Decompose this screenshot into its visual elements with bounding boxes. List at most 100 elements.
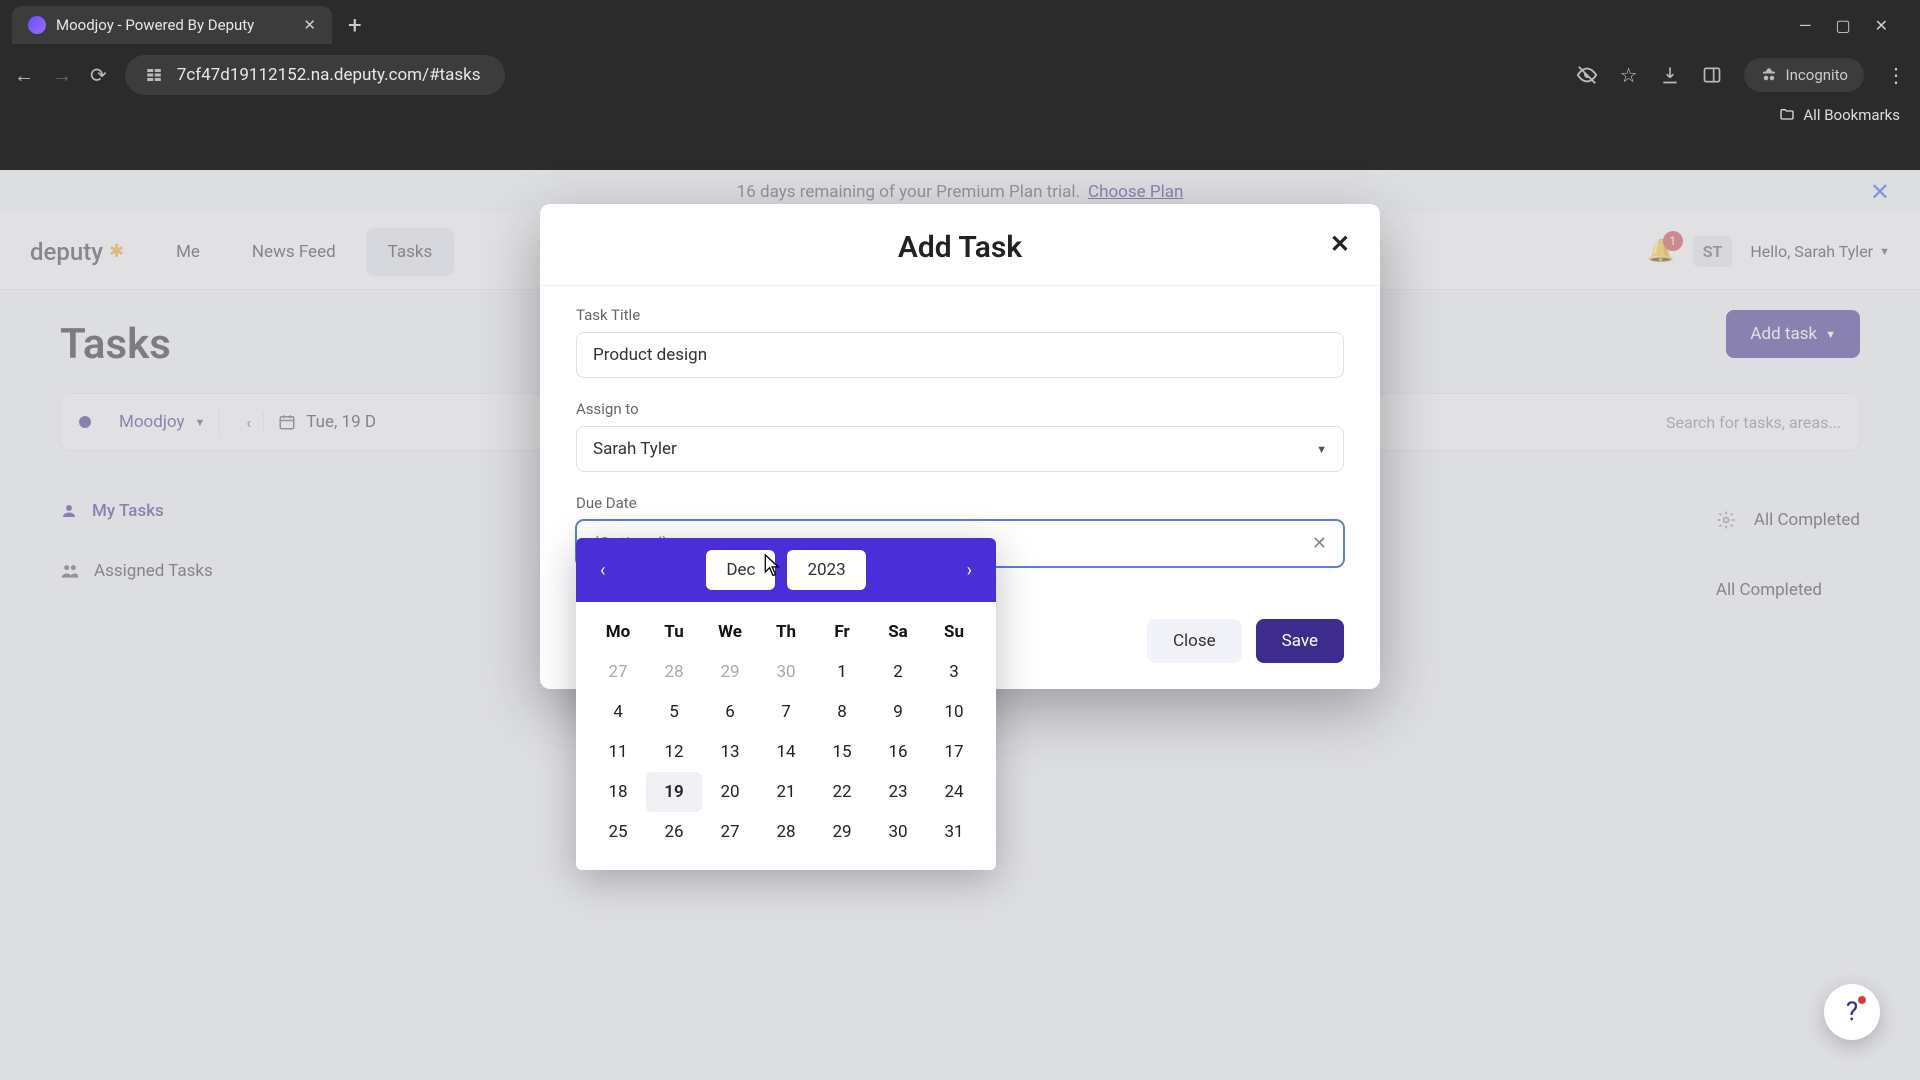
calendar-day[interactable]: 9 [870, 692, 926, 732]
nav-tab-tasks[interactable]: Tasks [366, 228, 455, 276]
clear-icon[interactable]: ✕ [1312, 533, 1327, 554]
calendar-day[interactable]: 27 [702, 812, 758, 852]
star-icon[interactable]: ☆ [1620, 63, 1638, 87]
calendar-day[interactable]: 23 [870, 772, 926, 812]
assign-label: Assign to [576, 400, 1344, 418]
favicon-icon [28, 16, 46, 34]
gear-icon [1716, 510, 1736, 530]
calendar-day[interactable]: 1 [814, 652, 870, 692]
logo[interactable]: deputy✱ [30, 238, 124, 266]
incognito-chip[interactable]: Incognito [1744, 58, 1864, 92]
incognito-icon [1760, 66, 1778, 84]
notifications-icon[interactable]: 🔔1 [1647, 239, 1674, 264]
help-fab[interactable]: ? [1824, 984, 1880, 1040]
calendar-day[interactable]: 21 [758, 772, 814, 812]
notification-badge: 1 [1663, 231, 1683, 251]
calendar-day[interactable]: 29 [814, 812, 870, 852]
calendar-day[interactable]: 30 [758, 652, 814, 692]
calendar-day[interactable]: 26 [646, 812, 702, 852]
calendar-day[interactable]: 18 [590, 772, 646, 812]
calendar-day[interactable]: 31 [926, 812, 982, 852]
tab-title: Moodjoy - Powered By Deputy [56, 16, 254, 34]
greeting[interactable]: Hello, Sarah Tyler ▼ [1750, 242, 1890, 261]
nav-tab-newsfeed[interactable]: News Feed [230, 228, 358, 276]
assign-select[interactable]: Sarah Tyler ▼ [576, 426, 1344, 472]
assign-field: Assign to Sarah Tyler ▼ [576, 400, 1344, 472]
trial-text: 16 days remaining of your Premium Plan t… [737, 182, 1080, 202]
calendar-day[interactable]: 19 [646, 772, 702, 812]
reload-icon[interactable]: ⟳ [90, 63, 107, 87]
forward-icon[interactable]: → [52, 63, 72, 88]
calendar-day[interactable]: 11 [590, 732, 646, 772]
modal-close-icon[interactable]: ✕ [1330, 230, 1350, 258]
calendar-day[interactable]: 4 [590, 692, 646, 732]
eye-off-icon[interactable] [1576, 64, 1598, 86]
avatar[interactable]: ST [1693, 236, 1733, 267]
calendar-day[interactable]: 22 [814, 772, 870, 812]
calendar-day[interactable]: 25 [590, 812, 646, 852]
month-select[interactable]: Dec [706, 550, 775, 590]
calendar-day[interactable]: 30 [870, 812, 926, 852]
new-tab-button[interactable]: + [336, 11, 374, 39]
calendar-day[interactable]: 20 [702, 772, 758, 812]
url-field[interactable]: 7cf47d19112152.na.deputy.com/#tasks [125, 55, 505, 95]
chevron-down-icon: ▼ [1316, 443, 1327, 456]
calendar-dow: Sa [870, 612, 926, 652]
calendar-day[interactable]: 10 [926, 692, 982, 732]
calendar-day[interactable]: 15 [814, 732, 870, 772]
task-title-input[interactable] [576, 332, 1344, 378]
calendar-day[interactable]: 28 [758, 812, 814, 852]
browser-tab[interactable]: Moodjoy - Powered By Deputy ✕ [12, 6, 332, 44]
calendar-day[interactable]: 28 [646, 652, 702, 692]
download-icon[interactable] [1660, 65, 1680, 85]
calendar-day[interactable]: 24 [926, 772, 982, 812]
notification-dot-icon [1858, 996, 1866, 1004]
calendar-day[interactable]: 7 [758, 692, 814, 732]
completed-row[interactable]: All Completed [1716, 580, 1860, 600]
calendar-dow: Tu [646, 612, 702, 652]
calendar-day[interactable]: 3 [926, 652, 982, 692]
location-filter[interactable]: Moodjoy ▼ [105, 406, 220, 438]
add-task-button[interactable]: Add task ▼ [1726, 310, 1860, 358]
nav-tab-me[interactable]: Me [154, 228, 222, 276]
menu-icon[interactable]: ⋮ [1886, 63, 1906, 87]
banner-close-icon[interactable]: ✕ [1870, 178, 1890, 206]
sidepanel-icon[interactable] [1702, 65, 1722, 85]
modal-header: Add Task ✕ [540, 204, 1380, 286]
year-select[interactable]: 2023 [787, 550, 865, 590]
maximize-icon[interactable]: ▢ [1835, 16, 1850, 35]
choose-plan-link[interactable]: Choose Plan [1088, 182, 1183, 202]
bookmarks-label[interactable]: All Bookmarks [1803, 106, 1900, 124]
calendar-day[interactable]: 27 [590, 652, 646, 692]
prev-month-button[interactable]: ‹ [590, 554, 615, 587]
calendar-day[interactable]: 16 [870, 732, 926, 772]
close-button[interactable]: Close [1147, 619, 1242, 663]
save-button[interactable]: Save [1256, 619, 1344, 663]
search-input[interactable]: Search for tasks, areas... [1666, 413, 1841, 432]
back-icon[interactable]: ← [14, 63, 34, 88]
pin-icon [79, 416, 91, 428]
calendar-day[interactable]: 2 [870, 652, 926, 692]
calendar-header: ‹ Dec 2023 › [576, 538, 996, 602]
calendar-day[interactable]: 13 [702, 732, 758, 772]
close-window-icon[interactable]: ✕ [1875, 16, 1888, 35]
calendar-day[interactable]: 8 [814, 692, 870, 732]
prev-day-button[interactable]: ‹ [234, 413, 264, 432]
address-bar: ← → ⟳ 7cf47d19112152.na.deputy.com/#task… [0, 50, 1920, 100]
calendar-day[interactable]: 5 [646, 692, 702, 732]
calendar-day[interactable]: 6 [702, 692, 758, 732]
calendar-day[interactable]: 29 [702, 652, 758, 692]
site-settings-icon[interactable] [145, 66, 163, 84]
page-viewport: 16 days remaining of your Premium Plan t… [0, 170, 1920, 1080]
nav-tabs: Me News Feed Tasks [154, 228, 454, 276]
calendar-day[interactable]: 14 [758, 732, 814, 772]
due-date-field: Due Date (Optional) ✕ ‹ Dec 2023 [576, 494, 1344, 567]
completed-row[interactable]: All Completed [1716, 510, 1860, 530]
calendar-day[interactable]: 12 [646, 732, 702, 772]
next-month-button[interactable]: › [957, 554, 982, 587]
tab-close-icon[interactable]: ✕ [303, 16, 316, 34]
date-filter[interactable]: Tue, 19 D [278, 412, 376, 432]
minimize-icon[interactable]: — [1799, 16, 1812, 35]
tab-bar: Moodjoy - Powered By Deputy ✕ + — ▢ ✕ [0, 0, 1920, 50]
calendar-day[interactable]: 17 [926, 732, 982, 772]
